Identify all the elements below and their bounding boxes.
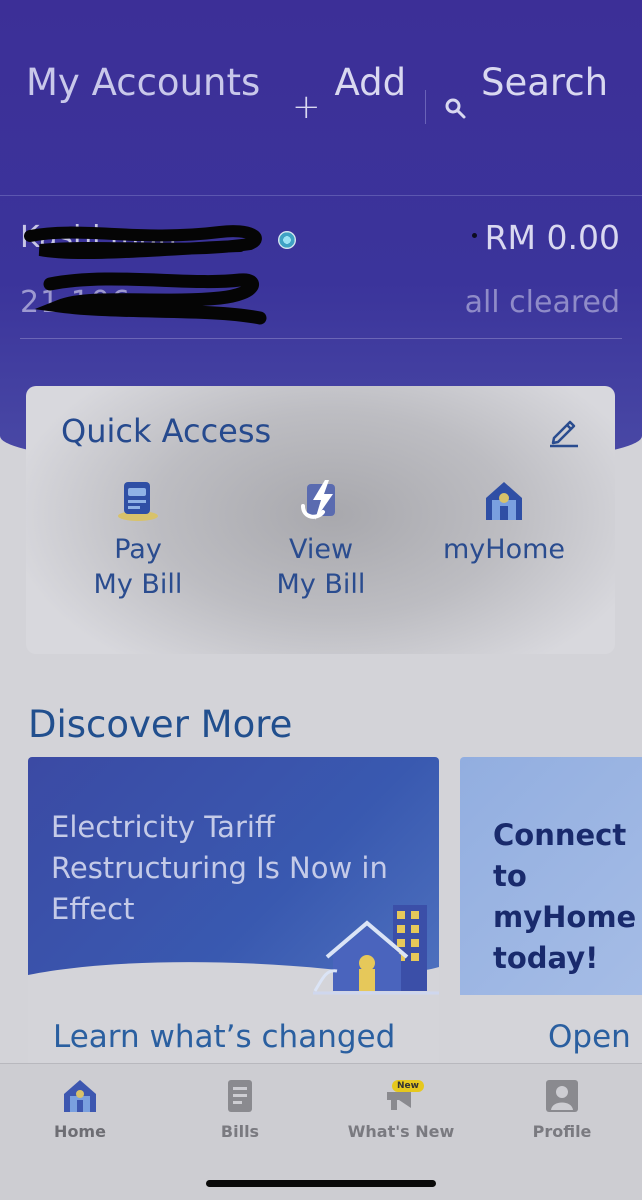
nav-bills[interactable]: Bills [180, 1076, 300, 1141]
quick-access-card: Quick Access Pay My Bill View My Bill my… [26, 386, 615, 654]
quick-access-label: myHome [442, 534, 565, 565]
account-status: all cleared [464, 285, 620, 320]
nav-label: What's New [347, 1122, 455, 1141]
quick-access-label: Pay [114, 534, 162, 565]
new-badge: New [392, 1080, 424, 1092]
house-illustration [313, 905, 439, 995]
view-bill-icon [301, 480, 335, 520]
redaction-scribble [24, 225, 267, 325]
home-indicator[interactable] [206, 1180, 436, 1187]
quick-access-view-bill[interactable]: View My Bill [236, 476, 406, 602]
quick-access-label: My Bill [93, 569, 183, 600]
quick-access-label: View [288, 534, 354, 565]
promo-card-tariff[interactable]: Electricity Tariff Restructuring Is Now … [28, 757, 439, 1097]
myhome-icon [486, 482, 522, 520]
search-icon [445, 98, 466, 119]
nav-label: Bills [220, 1122, 260, 1141]
quick-access-title: Quick Access [61, 412, 272, 450]
promo-headline-text: Connect to myHome today! [493, 818, 637, 975]
pencil-icon[interactable] [546, 412, 582, 448]
add-account-button[interactable]: + Add [292, 58, 407, 124]
home-icon [64, 1080, 96, 1112]
search-button[interactable]: Search [443, 58, 608, 120]
add-label: Add [334, 61, 407, 104]
nav-profile[interactable]: Profile [502, 1076, 622, 1141]
nav-label: Home [54, 1122, 106, 1141]
header-divider-line [0, 195, 642, 196]
promo-card-myhome[interactable]: Connect to myHome today! Open [460, 757, 642, 1097]
promo-link[interactable]: Open [548, 1019, 631, 1055]
promo-headline: Connect to myHome today! [493, 815, 642, 979]
account-balance: RM 0.00 [484, 218, 620, 257]
profile-icon [546, 1080, 578, 1112]
account-type-icon [278, 231, 296, 249]
account-divider [20, 338, 622, 339]
bills-icon [228, 1080, 252, 1112]
quick-access-myhome[interactable]: myHome [419, 476, 589, 567]
quick-access-label: My Bill [276, 569, 366, 600]
nav-label: Profile [532, 1122, 592, 1141]
amount-indicator-dot [472, 233, 477, 238]
header-divider [425, 90, 426, 124]
search-label: Search [481, 61, 609, 104]
plus-icon: + [292, 87, 321, 127]
promo-link[interactable]: Learn what’s changed [53, 1019, 395, 1055]
discover-more-title: Discover More [28, 703, 293, 746]
nav-home[interactable]: Home [20, 1076, 140, 1141]
bill-payment-icon [118, 482, 158, 521]
quick-access-pay-bill[interactable]: Pay My Bill [53, 476, 223, 602]
page-title: My Accounts [26, 61, 261, 104]
